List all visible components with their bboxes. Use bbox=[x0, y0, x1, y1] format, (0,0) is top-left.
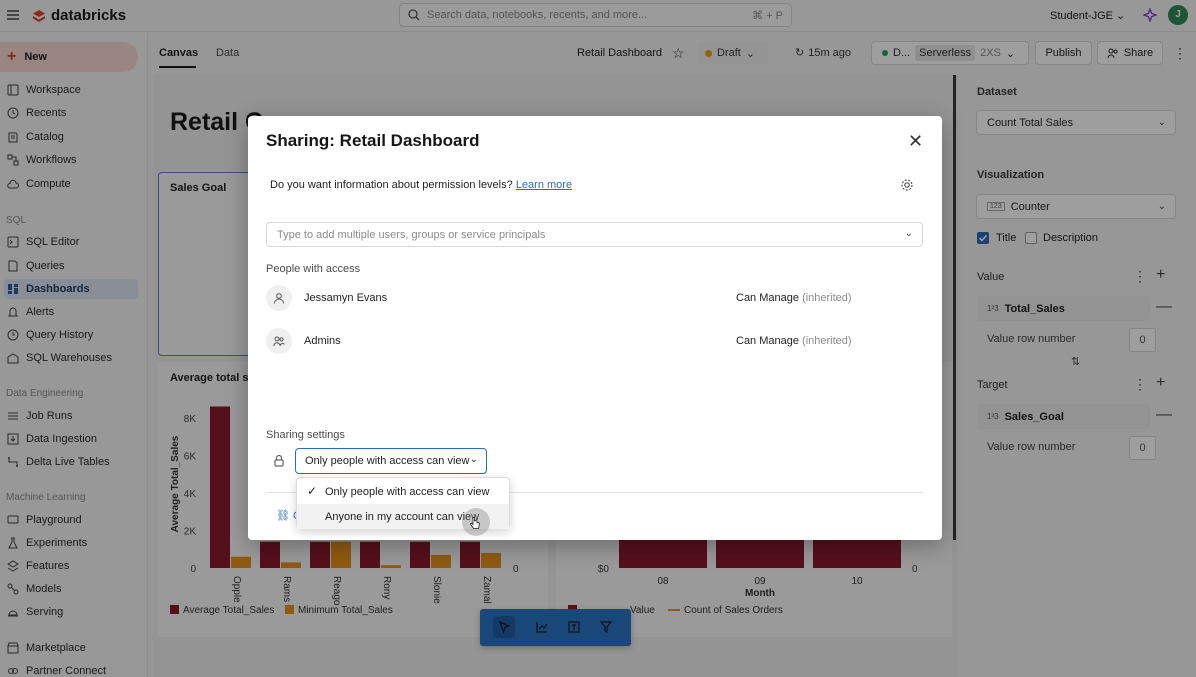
hand-cursor-icon bbox=[469, 516, 481, 530]
add-principals-input[interactable]: Type to add multiple users, groups or se… bbox=[266, 222, 923, 247]
sharing-settings-value: Only people with access can view bbox=[305, 455, 470, 467]
people-with-access-label: People with access bbox=[266, 263, 361, 275]
access-row-user: Jessamyn Evans Can Manage (inherited) bbox=[266, 285, 926, 311]
option-only-people-with-access[interactable]: ✓ Only people with access can view bbox=[297, 479, 509, 504]
permission-info: Do you want information about permission… bbox=[270, 179, 572, 191]
permission-note: (inherited) bbox=[802, 335, 852, 347]
lock-icon bbox=[271, 453, 287, 469]
permission-level: Can Manage bbox=[736, 292, 799, 304]
access-row-group: Admins Can Manage (inherited) bbox=[266, 328, 926, 354]
access-permission: Can Manage (inherited) bbox=[736, 335, 852, 347]
gear-icon[interactable] bbox=[900, 178, 914, 192]
permission-note: (inherited) bbox=[802, 292, 852, 304]
close-icon[interactable]: ✕ bbox=[908, 132, 923, 150]
check-icon: ✓ bbox=[307, 484, 318, 498]
group-icon bbox=[266, 328, 292, 354]
learn-more-link[interactable]: Learn more bbox=[516, 179, 572, 191]
option-label: Anyone in my account can view bbox=[325, 510, 480, 523]
sharing-settings-select[interactable]: Only people with access can view ⌄ bbox=[295, 448, 487, 474]
permission-question: Do you want information about permission… bbox=[270, 179, 513, 191]
access-name: Jessamyn Evans bbox=[304, 292, 388, 304]
link-icon: ⛓ bbox=[276, 510, 290, 522]
add-principals-placeholder: Type to add multiple users, groups or se… bbox=[277, 228, 546, 241]
permission-level: Can Manage bbox=[736, 335, 799, 347]
dialog-title: Sharing: Retail Dashboard bbox=[266, 131, 480, 150]
chevron-down-icon: ⌄ bbox=[469, 454, 478, 465]
sharing-settings-label: Sharing settings bbox=[266, 429, 345, 441]
access-name: Admins bbox=[304, 335, 341, 347]
chevron-down-icon: ⌄ bbox=[904, 228, 913, 239]
access-permission: Can Manage (inherited) bbox=[736, 292, 852, 304]
option-label: Only people with access can view bbox=[325, 485, 490, 498]
user-icon bbox=[266, 285, 292, 311]
